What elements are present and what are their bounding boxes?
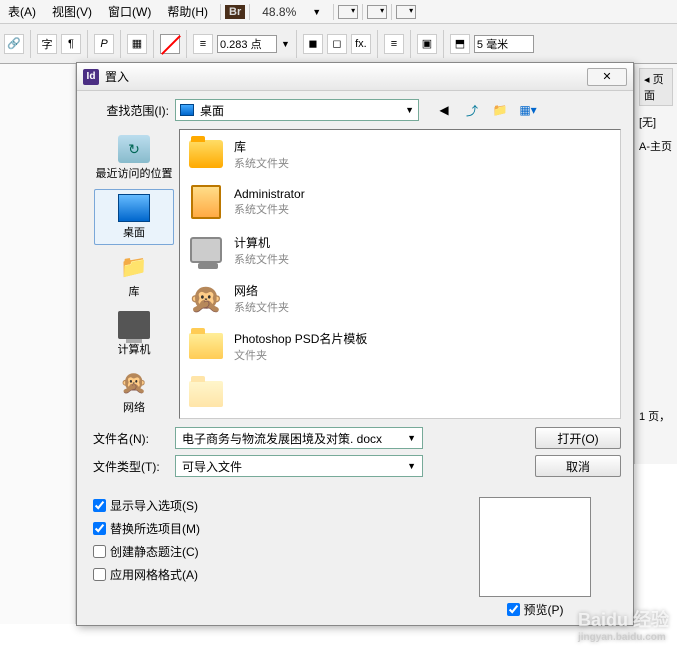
stroke-weight-icon: ≡ [193, 34, 213, 54]
stroke-weight-input[interactable]: 0.283 点 [217, 35, 277, 53]
open-button[interactable]: 打开(O) [535, 427, 621, 449]
file-item-library[interactable]: 库 系统文件夹 [180, 130, 620, 178]
menu-view[interactable]: 视图(V) [44, 3, 100, 20]
desktop-icon [180, 104, 194, 116]
zoom-level[interactable]: 48.8% [254, 5, 304, 19]
page-count: 1 页， [639, 408, 670, 424]
cancel-button[interactable]: 取消 [535, 455, 621, 477]
lookup-combo[interactable]: 桌面 ▼ [175, 99, 419, 121]
master-a[interactable]: A-主页 [639, 134, 673, 158]
text-wrap-icon[interactable]: ▦ [127, 34, 147, 54]
view-menu-icon[interactable]: ▦▾ [519, 101, 537, 119]
para-icon[interactable]: ¶ [61, 34, 81, 54]
filetype-label: 文件类型(T): [89, 458, 175, 475]
dialog-title-text: 置入 [105, 68, 129, 85]
filetype-combo[interactable]: 可导入文件▼ [175, 455, 423, 477]
back-icon[interactable]: ◀ [435, 101, 453, 119]
file-item-psd-folder[interactable]: Photoshop PSD名片模板 文件夹 [180, 322, 620, 370]
place-library[interactable]: 库 [94, 249, 174, 303]
place-recent[interactable]: 最近访问的位置 [94, 131, 174, 185]
file-item-network[interactable]: 网络 系统文件夹 [180, 274, 620, 322]
no-fill-icon[interactable] [160, 34, 180, 54]
pages-panel: ◂ 页面 [无] A-主页 1 页， [634, 64, 677, 464]
link-icon[interactable]: 🔗 [4, 34, 24, 54]
chk-replace[interactable]: 替换所选项目(M) [93, 520, 200, 537]
menu-help[interactable]: 帮助(H) [159, 3, 216, 20]
chk-static[interactable]: 创建静态题注(C) [93, 543, 200, 560]
pages-tab[interactable]: ◂ 页面 [639, 68, 673, 106]
file-item-computer[interactable]: 计算机 系统文件夹 [180, 226, 620, 274]
align-icon[interactable]: ≡ [384, 34, 404, 54]
up-icon[interactable]: ⤴ [463, 101, 481, 119]
ruler [0, 64, 76, 624]
lookup-label: 查找范围(I): [89, 102, 175, 119]
swatch2-icon[interactable]: ◻ [327, 34, 347, 54]
place-computer[interactable]: 计算机 [94, 307, 174, 361]
file-item-partial[interactable] [180, 370, 620, 418]
place-desktop[interactable]: 桌面 [94, 189, 174, 245]
screen-mode-dropdown[interactable] [367, 5, 387, 19]
menu-bar: 表(A) 视图(V) 窗口(W) 帮助(H) Br 48.8% ▼ [0, 0, 677, 24]
pilcrow-icon[interactable]: P [94, 34, 114, 54]
swatch1-icon[interactable]: ◼ [303, 34, 323, 54]
corner-size-input[interactable]: 5 毫米 [474, 35, 534, 53]
control-toolbar: 🔗 字 ¶ P ▦ ≡ 0.283 点 ▼ ◼ ◻ fx. ≡ ▣ ⬒ 5 毫米 [0, 24, 677, 64]
master-none[interactable]: [无] [639, 110, 673, 134]
chk-show-import[interactable]: 显示导入选项(S) [93, 497, 200, 514]
close-button[interactable]: ✕ [587, 68, 627, 86]
fx-icon[interactable]: fx. [351, 34, 371, 54]
chk-preview[interactable]: 预览(P) [479, 601, 591, 618]
bridge-icon[interactable]: Br [225, 5, 245, 19]
arrange-dropdown[interactable] [396, 5, 416, 19]
filename-combo[interactable]: 电子商务与物流发展困境及对策. docx▼ [175, 427, 423, 449]
indesign-icon: Id [83, 69, 99, 85]
chk-grid[interactable]: 应用网格格式(A) [93, 566, 200, 583]
menu-table[interactable]: 表(A) [0, 3, 44, 20]
place-dialog: Id 置入 ✕ 查找范围(I): 桌面 ▼ ◀ ⤴ 📁 ▦▾ 最近访问的位置 [76, 62, 634, 626]
file-item-admin[interactable]: Administrator 系统文件夹 [180, 178, 620, 226]
char-icon[interactable]: 字 [37, 34, 57, 54]
new-folder-icon[interactable]: 📁 [491, 101, 509, 119]
dialog-titlebar: Id 置入 ✕ [77, 63, 633, 91]
place-network[interactable]: 网络 [94, 365, 174, 419]
filename-label: 文件名(N): [89, 430, 175, 447]
menu-window[interactable]: 窗口(W) [100, 3, 159, 20]
places-bar: 最近访问的位置 桌面 库 计算机 网络 [89, 129, 179, 419]
preview-area [479, 497, 591, 597]
file-list[interactable]: 库 系统文件夹 Administrator 系统文件夹 计算机 系统文件夹 [179, 129, 621, 419]
view-mode-dropdown[interactable] [338, 5, 358, 19]
frame-icon[interactable]: ▣ [417, 34, 437, 54]
corner-icon[interactable]: ⬒ [450, 34, 470, 54]
